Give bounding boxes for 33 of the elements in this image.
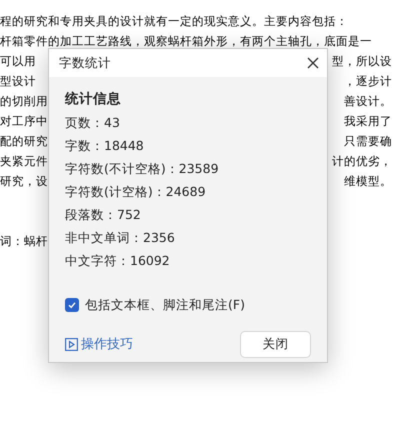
document-text: 我采用了 xyxy=(344,113,392,130)
document-text: 对工序中 xyxy=(0,113,48,130)
document-text: 善设计。 xyxy=(344,93,392,110)
stat-text: 字符数(不计空格)：23589 xyxy=(65,160,220,178)
section-title: 统计信息 xyxy=(65,90,122,109)
stat-text: 非中文单词：2356 xyxy=(65,229,176,247)
document-text: 配的研究 xyxy=(0,133,48,150)
checkbox-label: 包括文本框、脚注和尾注(F) xyxy=(85,296,245,314)
dialog-title: 字数统计 xyxy=(59,54,111,72)
stat-text: 页数：43 xyxy=(65,114,121,132)
document-text: 夹紧元件 xyxy=(0,153,48,170)
document-text: 型设计 xyxy=(0,73,36,90)
stat-text: 中文字符：16092 xyxy=(65,252,171,270)
document-text: 研究，设 xyxy=(0,173,48,190)
checkbox[interactable] xyxy=(65,298,79,312)
close-button[interactable]: 关闭 xyxy=(240,330,311,358)
stat-text: 段落数：752 xyxy=(65,206,142,224)
check-icon xyxy=(67,300,77,310)
play-icon xyxy=(65,338,78,351)
document-text: 型，所以设 xyxy=(332,53,392,70)
document-text: 词：蜗杆 xyxy=(0,234,48,248)
document-text: 计的优劣， xyxy=(332,153,392,170)
document-text: 维模型。 xyxy=(344,173,392,190)
document-text: 杆箱零件的加工工艺路线，观察蜗杆箱外形，有两个主轴孔，底面是一 xyxy=(0,33,372,50)
document-text: 可以用 xyxy=(0,53,36,70)
close-icon[interactable] xyxy=(307,57,319,69)
document-text: 只需要确 xyxy=(344,133,392,150)
document-text: 的切削用 xyxy=(0,93,48,110)
document-text: 程的研究和专用夹具的设计就有一定的现实意义。主要内容包括： xyxy=(0,13,348,30)
stat-text: 字数：18448 xyxy=(65,137,145,155)
document-text: ，逐步计 xyxy=(344,73,392,90)
stat-text: 字符数(计空格)：24689 xyxy=(65,183,207,201)
tips-link[interactable]: 操作技巧 xyxy=(65,334,133,354)
